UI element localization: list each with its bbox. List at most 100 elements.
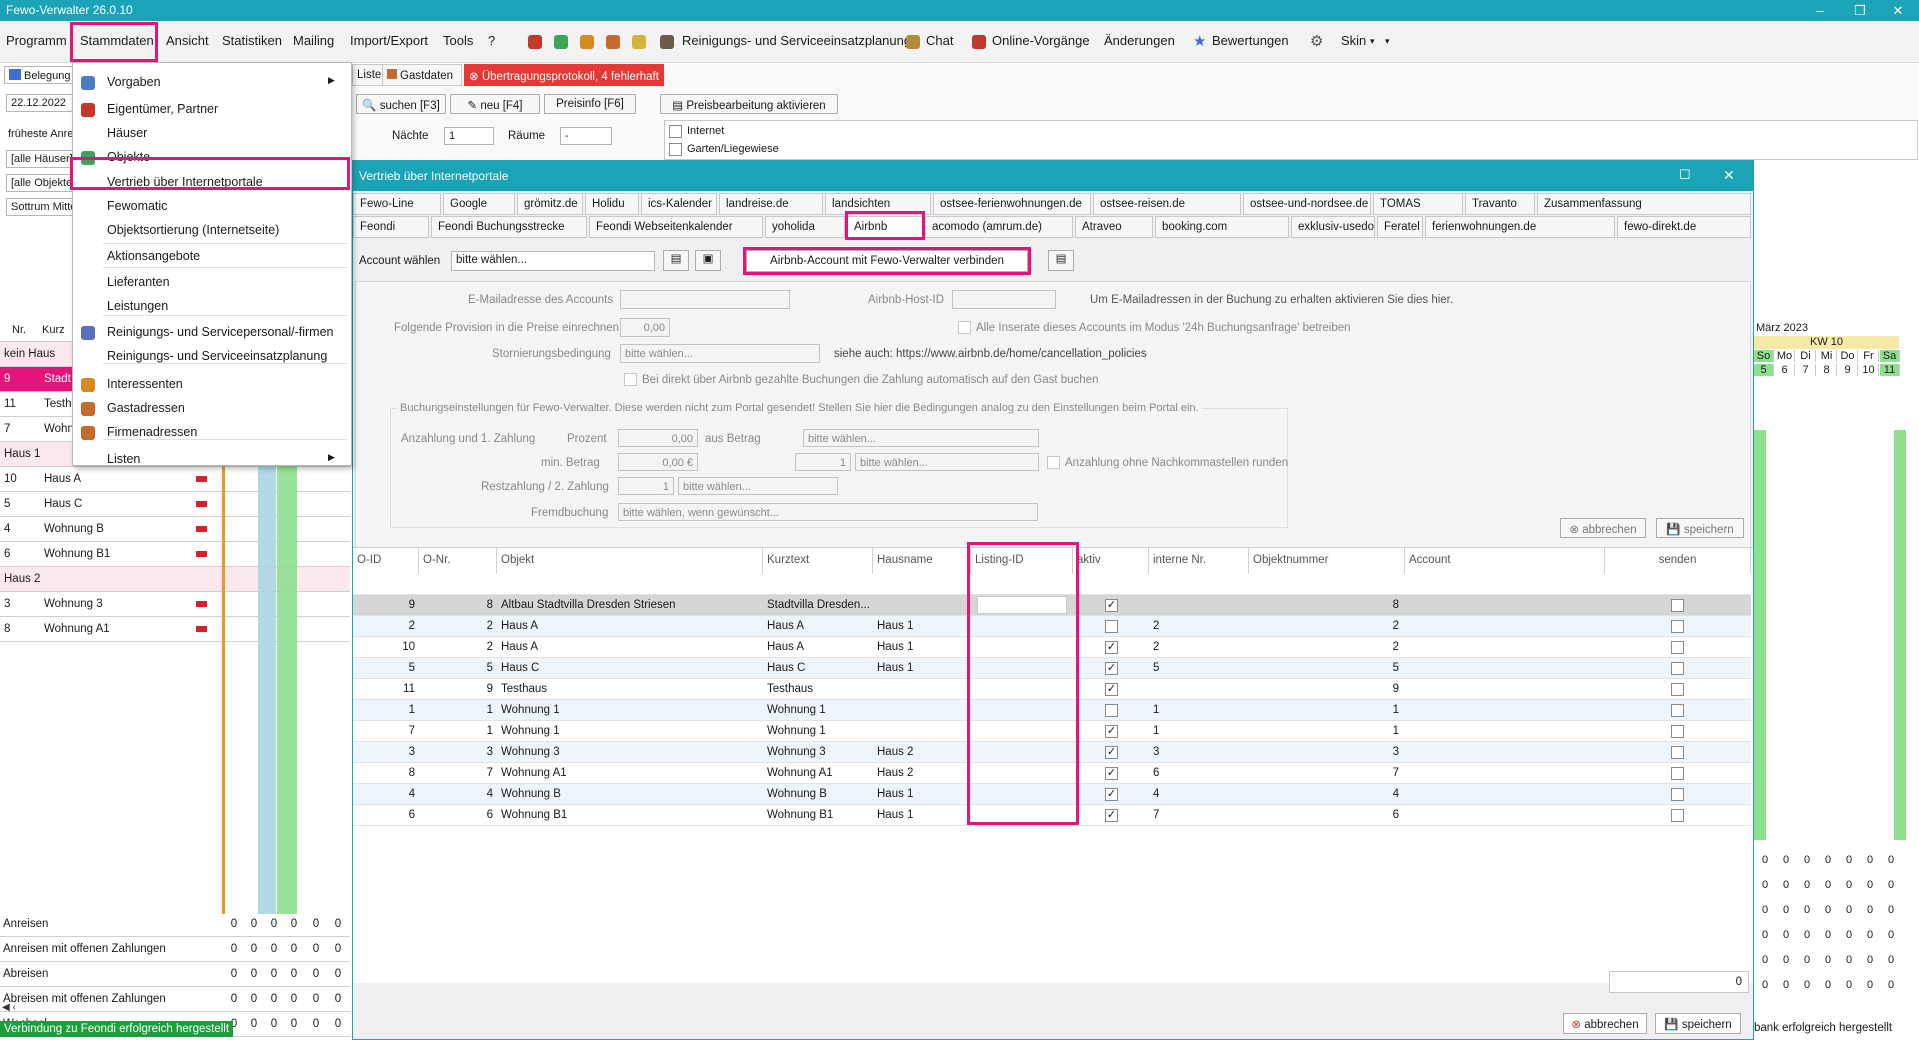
email-field[interactable] xyxy=(620,290,790,309)
tab-portal[interactable]: TOMAS xyxy=(1373,193,1463,215)
senden-checkbox[interactable] xyxy=(1671,788,1684,801)
priceinfo-button[interactable]: Preisinfo [F6] xyxy=(544,94,636,114)
payment-checkbox[interactable] xyxy=(624,373,637,386)
aktiv-checkbox[interactable]: ✓ xyxy=(1105,599,1118,612)
storno-select[interactable]: bitte wählen... xyxy=(620,344,820,363)
settings-save-button[interactable]: 💾 speichern xyxy=(1656,518,1744,538)
dropdown-item[interactable]: Objektsortierung (Internetseite) xyxy=(107,223,279,237)
tab-portal[interactable]: booking.com xyxy=(1155,216,1289,238)
dialog-cancel-button[interactable]: ⊗ abbrechen xyxy=(1563,1013,1647,1034)
column-header[interactable]: Kurztext xyxy=(763,548,873,574)
senden-checkbox[interactable] xyxy=(1671,641,1684,654)
tab-portal[interactable]: grömitz.de xyxy=(517,193,583,215)
dialog-maximize-button[interactable]: ☐ xyxy=(1679,167,1691,183)
aus-betrag-select[interactable]: bitte wählen... xyxy=(803,429,1039,447)
dropdown-item[interactable]: Interessenten xyxy=(107,377,183,391)
senden-checkbox[interactable] xyxy=(1671,704,1684,717)
account-settings-icon[interactable]: ▤ xyxy=(1048,250,1074,271)
footer-count-field[interactable]: 0 xyxy=(1609,971,1749,993)
house-icon[interactable] xyxy=(554,35,568,49)
guest-icon[interactable] xyxy=(606,35,620,49)
close-button[interactable]: ✕ xyxy=(1878,0,1918,21)
tab-portal[interactable]: yoholida xyxy=(765,216,845,238)
min-betrag-field[interactable]: 0,00 € xyxy=(618,453,698,471)
menu-statistiken[interactable]: Statistiken xyxy=(222,33,282,48)
column-header[interactable]: aktiv xyxy=(1073,548,1149,574)
menu-aenderungen[interactable]: Änderungen xyxy=(1104,33,1175,48)
min-select[interactable]: bitte wählen... xyxy=(855,453,1039,471)
menu-online-vorgaenge[interactable]: Online-Vorgänge xyxy=(992,33,1090,48)
tab-portal[interactable]: Holidu xyxy=(585,193,639,215)
prozent-field[interactable]: 0,00 xyxy=(618,429,698,447)
aktiv-checkbox[interactable]: ✓ xyxy=(1105,809,1118,822)
column-header[interactable]: Objekt xyxy=(497,548,763,574)
senden-checkbox[interactable] xyxy=(1671,725,1684,738)
aktiv-checkbox[interactable] xyxy=(1105,620,1118,633)
table-row[interactable]: 10 Haus A xyxy=(0,467,350,492)
table-row[interactable]: 6 Wohnung B1 xyxy=(0,542,350,567)
dropdown-item[interactable]: Reinigungs- und Serviceeinsatzplanung xyxy=(107,349,327,363)
column-header[interactable]: Account xyxy=(1405,548,1605,574)
menu-programm[interactable]: Programm xyxy=(6,33,67,48)
tab-portal[interactable]: Atraveo xyxy=(1075,216,1153,238)
menu-help[interactable]: ? xyxy=(488,33,495,48)
account-edit-icon[interactable]: ▤ xyxy=(663,250,689,271)
dropdown-item[interactable]: Eigentümer, Partner xyxy=(107,102,218,116)
round-checkbox[interactable] xyxy=(1047,456,1060,469)
dropdown-item[interactable]: Lieferanten xyxy=(107,275,170,289)
tab-portal[interactable]: ferienwohnungen.de xyxy=(1425,216,1615,238)
column-header[interactable]: O-Nr. xyxy=(419,548,497,574)
dropdown-item[interactable]: Häuser xyxy=(107,126,147,140)
minimize-button[interactable]: – xyxy=(1800,0,1840,21)
aktiv-checkbox[interactable]: ✓ xyxy=(1105,767,1118,780)
tab-portal[interactable]: Feondi Webseitenkalender xyxy=(589,216,763,238)
dropdown-item[interactable]: Reinigungs- und Servicepersonal/-firmen xyxy=(107,325,334,339)
menu-import-export[interactable]: Import/Export xyxy=(350,33,428,48)
nights-stepper[interactable]: 1 xyxy=(444,127,494,145)
tab-portal[interactable]: landreise.de xyxy=(719,193,823,215)
dropdown-item[interactable]: Leistungen xyxy=(107,299,168,313)
tab-portal[interactable]: exklusiv-usedom.de xyxy=(1291,216,1375,238)
tab-portal[interactable]: acomodo (amrum.de) xyxy=(925,216,1073,238)
notes-icon[interactable] xyxy=(632,35,646,49)
senden-checkbox[interactable] xyxy=(1671,809,1684,822)
inserate-checkbox[interactable] xyxy=(958,321,971,334)
belegung-tab[interactable]: Belegung xyxy=(4,66,76,84)
senden-checkbox[interactable] xyxy=(1671,662,1684,675)
aktiv-checkbox[interactable]: ✓ xyxy=(1105,725,1118,738)
aktiv-checkbox[interactable] xyxy=(1105,704,1118,717)
tab-portal[interactable]: Feondi Buchungsstrecke xyxy=(431,216,587,238)
aktiv-checkbox[interactable]: ✓ xyxy=(1105,746,1118,759)
tab-portal[interactable]: Fewo-Line xyxy=(353,193,441,215)
menu-reinigungsplanung[interactable]: Reinigungs- und Serviceeinsatzplanung xyxy=(682,33,911,48)
tab-portal[interactable]: ostsee-reisen.de xyxy=(1093,193,1241,215)
objects-select[interactable]: [alle Objekte xyxy=(6,174,74,192)
column-header[interactable]: Objektnummer xyxy=(1249,548,1405,574)
dropdown-item[interactable]: Vorgaben xyxy=(107,75,161,89)
chevron-down-icon[interactable]: ▾ xyxy=(1370,36,1375,47)
column-header[interactable]: O-ID xyxy=(353,548,419,574)
menu-ansicht[interactable]: Ansicht xyxy=(166,33,209,48)
senden-checkbox[interactable] xyxy=(1671,599,1684,612)
gear-icon[interactable]: ⚙ xyxy=(1310,32,1323,50)
dropdown-item[interactable]: Aktionsangebote xyxy=(107,249,200,263)
dialog-close-button[interactable]: ✕ xyxy=(1723,167,1735,184)
tab-portal[interactable]: ostsee-ferienwohnungen.de xyxy=(933,193,1091,215)
person-icon[interactable] xyxy=(580,35,594,49)
tab-portal[interactable]: fewo-direkt.de xyxy=(1617,216,1751,238)
tab-portal[interactable]: Travanto xyxy=(1465,193,1535,215)
group-row[interactable]: Haus 2 xyxy=(0,567,350,592)
date-field[interactable]: 22.12.2022 xyxy=(6,94,74,112)
rest-select[interactable]: bitte wählen... xyxy=(678,477,838,495)
tab-portal[interactable]: Google xyxy=(443,193,515,215)
garden-checkbox[interactable] xyxy=(669,143,682,156)
senden-checkbox[interactable] xyxy=(1671,620,1684,633)
column-header[interactable]: Hausname xyxy=(873,548,971,574)
fremd-select[interactable]: bitte wählen, wenn gewünscht... xyxy=(618,503,1038,521)
tab-gastdaten[interactable]: Gastdaten xyxy=(382,64,462,86)
senden-checkbox[interactable] xyxy=(1671,683,1684,696)
partner-icon[interactable] xyxy=(528,35,542,49)
column-header[interactable]: interne Nr. xyxy=(1149,548,1249,574)
tab-portal[interactable]: ics-Kalender xyxy=(641,193,717,215)
senden-checkbox[interactable] xyxy=(1671,767,1684,780)
